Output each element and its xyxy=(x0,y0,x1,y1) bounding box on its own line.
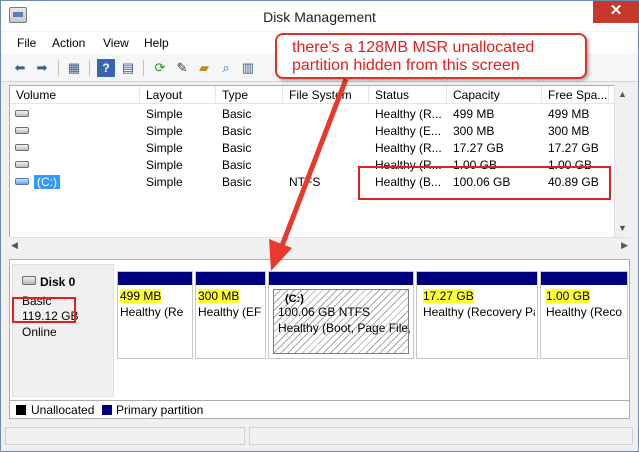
arrow-head xyxy=(269,239,292,271)
annotation-callout: there's a 128MB MSR unallocated partitio… xyxy=(275,33,587,79)
disk-management-window: Disk Management ✕ File Action View Help … xyxy=(0,0,639,452)
callout-line-2: partition hidden from this screen xyxy=(292,57,520,74)
arrow-shaft xyxy=(277,78,349,252)
callout-line-1: there's a 128MB MSR unallocated xyxy=(292,39,535,56)
